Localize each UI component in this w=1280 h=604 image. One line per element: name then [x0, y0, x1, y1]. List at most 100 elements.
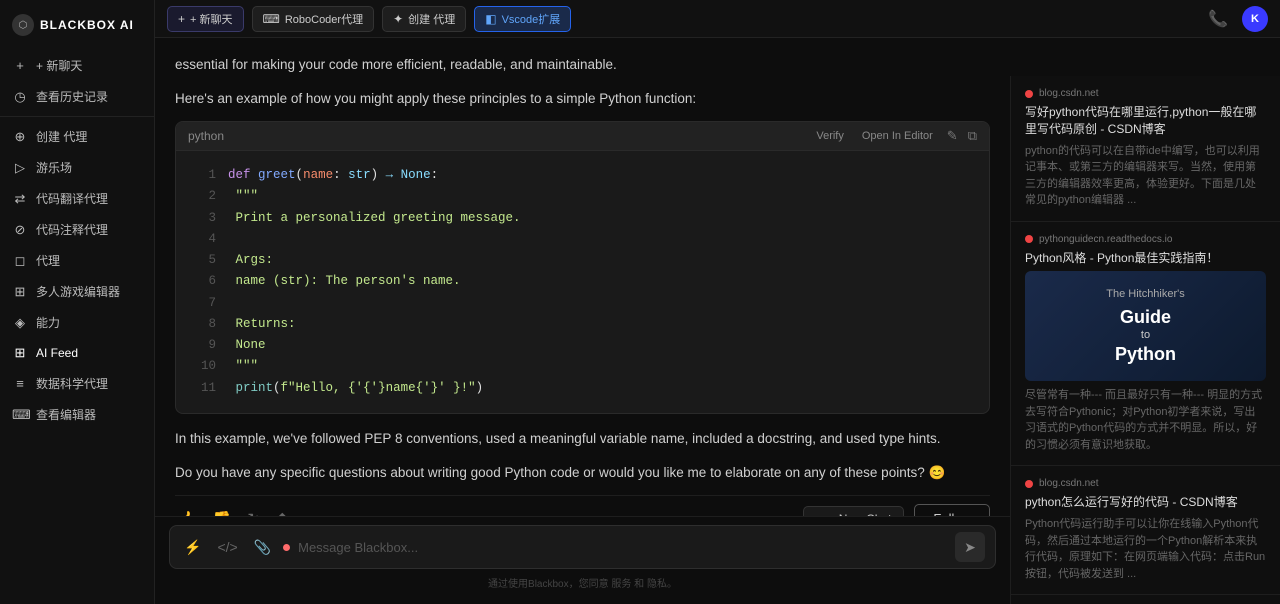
source-dot-2	[1025, 235, 1033, 243]
rp-source-3: blog.csdn.net	[1025, 478, 1266, 489]
rp-desc-3: Python代码运行助手可以让你在线输入Python代码，然后通过本地运行的一个…	[1025, 516, 1266, 582]
share-icon[interactable]: ⬆	[273, 507, 292, 516]
sidebar-item-label: 代码翻译代理	[36, 190, 108, 207]
sidebar-item-code-review[interactable]: ⇄ 代码翻译代理	[0, 183, 154, 214]
sidebar-item-agent[interactable]: ◻ 代理	[0, 245, 154, 276]
avatar[interactable]: K	[1242, 6, 1268, 32]
code-block: python Verify Open In Editor ✎ ⧉ 1def gr…	[175, 121, 990, 414]
rp-card-4[interactable]: www.piglei.com Python工匠：写好面向对象代码的原则（中）| …	[1011, 595, 1280, 604]
rp-desc-2: 尽管常有一种--- 而且最好只有一种--- 明显的方式去写符合Pythonic；…	[1025, 387, 1266, 453]
rp-title-1: 写好python代码在哪里运行,python一般在哪里写代码原创 - CSDN博…	[1025, 104, 1266, 138]
plus-icon: +	[12, 58, 28, 73]
rp-desc-1: python的代码可以在自带ide中编写，也可以利用记事本、或第三方的编辑器来写…	[1025, 143, 1266, 209]
refresh-icon[interactable]: ↻	[244, 507, 263, 516]
sidebar-item-ai-feed[interactable]: ⊞ AI Feed	[0, 338, 154, 368]
edit-icon[interactable]: ✎	[947, 128, 958, 144]
send-icon: ➤	[964, 539, 976, 556]
sidebar-item-label: 查看编辑器	[36, 406, 96, 423]
sidebar-divider	[0, 116, 154, 117]
book-title-python: Python	[1115, 344, 1176, 366]
logo-icon: ⬡	[12, 14, 34, 36]
thumbs-up-icon[interactable]: 👍	[175, 507, 200, 516]
sidebar-item-label: 代码注释代理	[36, 221, 108, 238]
paperclip-icon[interactable]: 📎	[250, 537, 275, 558]
new-chat-label: + 新聊天	[190, 11, 232, 27]
input-area: ⚡ </> 📎 ➤ 通过使用Blackbox，您同意 服务 和 隐私。	[155, 516, 1010, 604]
sidebar-item-new-chat[interactable]: + + 新聊天	[0, 50, 154, 81]
copy-icon[interactable]: ⧉	[968, 128, 977, 144]
chat-area: essential for making your code more effi…	[155, 38, 1010, 516]
open-in-editor-button[interactable]: Open In Editor	[858, 128, 937, 144]
new-chat-inline-button[interactable]: + + New Chat	[803, 506, 904, 516]
sidebar-item-ability[interactable]: ◈ 能力	[0, 307, 154, 338]
robot-icon: ⌨	[263, 12, 280, 26]
send-button[interactable]: ➤	[955, 532, 985, 562]
sidebar-item-data-science[interactable]: ≡ 数据科学代理	[0, 368, 154, 399]
sidebar-item-label: 代理	[36, 252, 60, 269]
create-agent-button[interactable]: ✦ 创建 代理	[382, 6, 466, 32]
translate-icon: ⇄	[12, 191, 28, 207]
sidebar-item-label: 多人游戏编辑器	[36, 283, 120, 300]
message-3: In this example, we've followed PEP 8 co…	[175, 428, 990, 450]
rp-domain-1: blog.csdn.net	[1039, 88, 1099, 99]
plus-icon: +	[178, 12, 185, 26]
topbar: + + 新聊天 ⌨ RoboCoder代理 ✦ 创建 代理 ◧ Vscode扩展…	[155, 0, 1280, 38]
message-4: Do you have any specific questions about…	[175, 462, 990, 484]
app-logo: ⬡ BLACKBOX AI	[0, 8, 154, 46]
new-chat-button[interactable]: + + 新聊天	[167, 6, 244, 32]
book-title-guide: Guide	[1120, 307, 1171, 329]
comment-icon: ⊘	[12, 222, 28, 238]
sidebar-item-label: AI Feed	[36, 346, 78, 360]
sidebar-item-game[interactable]: ▷ 游乐场	[0, 152, 154, 183]
plus-circle-icon: ⊕	[12, 129, 28, 145]
sidebar-item-view-editor[interactable]: ⌨ 查看编辑器	[0, 399, 154, 430]
data-icon: ≡	[12, 376, 28, 391]
code-body: 1def greet(name: str) → None: 2 """ 3 Pr…	[176, 151, 989, 413]
rp-source-1: blog.csdn.net	[1025, 88, 1266, 99]
code-header: python Verify Open In Editor ✎ ⧉	[176, 122, 989, 151]
sidebar-item-label: 数据科学代理	[36, 375, 108, 392]
code-actions: Verify Open In Editor ✎ ⧉	[812, 128, 977, 144]
sidebar-item-label: + 新聊天	[36, 57, 82, 74]
sidebar: ⬡ BLACKBOX AI + + 新聊天 ◷ 查看历史记录 ⊕ 创建 代理 ▷…	[0, 0, 155, 604]
vscode-button[interactable]: ◧ Vscode扩展	[474, 6, 571, 32]
book-title-to: to	[1141, 328, 1150, 343]
rp-card-1[interactable]: blog.csdn.net 写好python代码在哪里运行,python一般在哪…	[1011, 76, 1280, 222]
feed-icon: ⊞	[12, 345, 28, 361]
phone-icon[interactable]: 📞	[1202, 9, 1234, 29]
sidebar-item-history[interactable]: ◷ 查看历史记录	[0, 81, 154, 112]
editor-icon: ⌨	[12, 407, 28, 423]
ability-icon: ◈	[12, 315, 28, 331]
sidebar-item-label: 查看历史记录	[36, 88, 108, 105]
rp-title-3: python怎么运行写好的代码 - CSDN博客	[1025, 494, 1266, 511]
code-brackets-icon[interactable]: </>	[213, 537, 241, 557]
vscode-icon: ◧	[485, 12, 496, 26]
create-label: 创建 代理	[408, 11, 455, 27]
play-icon: ▷	[12, 160, 28, 176]
message-input[interactable]	[298, 540, 947, 555]
sidebar-item-create-agent[interactable]: ⊕ 创建 代理	[0, 121, 154, 152]
message-1: essential for making your code more effi…	[175, 54, 990, 76]
rp-card-2[interactable]: pythonguidecn.readthedocs.io Python风格 - …	[1011, 222, 1280, 467]
create-icon: ✦	[393, 12, 403, 26]
status-dot	[283, 544, 290, 551]
clock-icon: ◷	[12, 89, 28, 105]
thumbs-down-icon[interactable]: 👎	[210, 507, 235, 516]
lightning-icon[interactable]: ⚡	[180, 537, 205, 558]
sidebar-item-label: 创建 代理	[36, 128, 87, 145]
code-language: python	[188, 129, 224, 143]
book-cover-image: The Hitchhiker's Guide to Python	[1025, 271, 1266, 381]
book-subtitle: The Hitchhiker's	[1106, 287, 1185, 302]
rp-title-2: Python风格 - Python最佳实践指南！	[1025, 250, 1266, 267]
sidebar-item-multiplayer[interactable]: ⊞ 多人游戏编辑器	[0, 276, 154, 307]
message-2: Here's an example of how you might apply…	[175, 88, 990, 110]
vscode-label: Vscode扩展	[502, 11, 561, 27]
follow-button[interactable]: Follow	[914, 504, 990, 516]
input-box: ⚡ </> 📎 ➤	[169, 525, 996, 569]
rp-domain-3: blog.csdn.net	[1039, 478, 1099, 489]
rp-card-3[interactable]: blog.csdn.net python怎么运行写好的代码 - CSDN博客 P…	[1011, 466, 1280, 595]
source-dot	[1025, 90, 1033, 98]
robo-coder-button[interactable]: ⌨ RoboCoder代理	[252, 6, 375, 32]
sidebar-item-code-comment[interactable]: ⊘ 代码注释代理	[0, 214, 154, 245]
verify-button[interactable]: Verify	[812, 128, 848, 144]
